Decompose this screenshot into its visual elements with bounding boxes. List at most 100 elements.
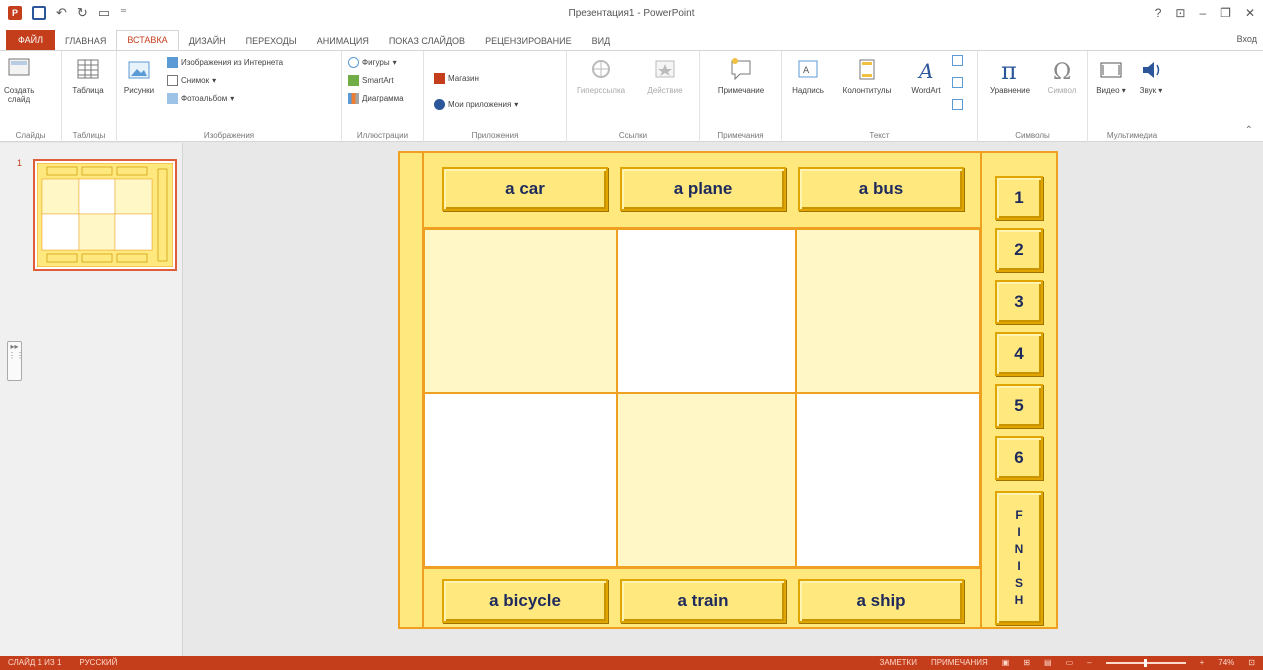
finish-button[interactable]: F I N I S H: [995, 491, 1043, 625]
slide-counter: СЛАЙД 1 ИЗ 1: [8, 658, 62, 667]
smartart-button[interactable]: SmartArt: [348, 75, 394, 86]
comment-icon: [731, 58, 751, 81]
group-links: Гиперссылка Действие Ссылки: [567, 51, 700, 143]
audio-button[interactable]: Звук ▾: [1132, 57, 1170, 95]
help-button[interactable]: ?: [1155, 6, 1162, 20]
minimize-button[interactable]: –: [1199, 6, 1206, 20]
bottom-word-band: a bicycle a train a ship: [424, 567, 980, 627]
date-time-button[interactable]: [952, 55, 963, 66]
equation-button[interactable]: π Уравнение: [982, 57, 1038, 95]
header-footer-button[interactable]: Колонтитулы: [830, 57, 904, 95]
zoom-slider[interactable]: [1105, 658, 1186, 667]
new-slide-icon: [8, 58, 30, 76]
grid-cell-5: [617, 393, 796, 567]
title-bar: P ↶ ↻ ▭ ⁼ Презентация1 - PowerPoint ? ⊡ …: [0, 0, 1263, 30]
zoom-in-icon[interactable]: +: [1200, 658, 1205, 667]
slide-thumbnail[interactable]: [33, 159, 177, 271]
online-pictures-icon: [167, 57, 178, 68]
group-slides: Создать слайд Слайды: [0, 51, 62, 143]
chart-button[interactable]: Диаграмма: [348, 93, 404, 104]
group-images: Рисунки Изображения из Интернета Снимок ▾…: [117, 51, 342, 143]
zoom-out-icon[interactable]: –: [1087, 658, 1091, 667]
online-pictures-button[interactable]: Изображения из Интернета: [167, 57, 283, 68]
object-icon: [952, 99, 963, 110]
group-text: A Надпись Колонтитулы A WordArt Текст: [782, 51, 978, 143]
pictures-button[interactable]: Рисунки: [121, 57, 157, 95]
language-indicator[interactable]: РУССКИЙ: [79, 658, 117, 667]
collapse-ribbon-icon[interactable]: ⌃: [1245, 125, 1253, 136]
tab-animations[interactable]: АНИМАЦИЯ: [307, 32, 379, 50]
my-apps-icon: [434, 99, 445, 110]
table-button[interactable]: Таблица: [68, 57, 108, 95]
shapes-button[interactable]: Фигуры ▾: [348, 57, 397, 68]
number-button-4[interactable]: 4: [995, 332, 1043, 376]
tab-slideshow[interactable]: ПОКАЗ СЛАЙДОВ: [379, 32, 475, 50]
svg-text:A: A: [917, 59, 933, 83]
screenshot-button[interactable]: Снимок ▾: [167, 75, 216, 86]
fit-slide-icon[interactable]: ⊡: [1248, 658, 1255, 667]
tab-home[interactable]: ГЛАВНАЯ: [55, 32, 116, 50]
tab-transitions[interactable]: ПЕРЕХОДЫ: [236, 32, 307, 50]
word-button-car[interactable]: a car: [442, 167, 608, 211]
number-button-3[interactable]: 3: [995, 280, 1043, 324]
grid-cell-6: [796, 393, 980, 567]
number-button-6[interactable]: 6: [995, 436, 1043, 480]
sign-in-link[interactable]: Вход: [1237, 34, 1257, 44]
notes-button[interactable]: ЗАМЕТКИ: [879, 658, 916, 667]
word-button-ship[interactable]: a ship: [798, 579, 964, 623]
number-button-5[interactable]: 5: [995, 384, 1043, 428]
tab-view[interactable]: ВИД: [582, 32, 621, 50]
ribbon: Создать слайд Слайды Таблица Таблицы Рис…: [0, 50, 1263, 143]
zoom-level[interactable]: 74%: [1218, 658, 1234, 667]
store-button[interactable]: Магазин: [434, 73, 479, 84]
group-comments: Примечание Примечания: [700, 51, 782, 143]
photo-album-button[interactable]: Фотоальбом ▾: [167, 93, 234, 104]
zoom-slider-knob[interactable]: [1143, 658, 1147, 667]
slideshow-view-icon[interactable]: ▭: [1066, 658, 1074, 667]
slide-number-button[interactable]: [952, 77, 963, 88]
word-button-plane[interactable]: a plane: [620, 167, 786, 211]
window-controls: ? ⊡ – ❐ ✕: [1155, 6, 1255, 20]
object-button[interactable]: [952, 99, 963, 110]
tab-design[interactable]: ДИЗАЙН: [179, 32, 236, 50]
comments-button[interactable]: ПРИМЕЧАНИЯ: [931, 658, 988, 667]
reading-view-icon[interactable]: ▤: [1044, 658, 1052, 667]
symbol-button[interactable]: Ω Символ: [1040, 57, 1084, 95]
tab-insert[interactable]: ВСТАВКА: [116, 30, 179, 50]
number-button-1[interactable]: 1: [995, 176, 1043, 220]
header-footer-icon: [859, 59, 875, 80]
textbox-button[interactable]: A Надпись: [786, 57, 830, 95]
close-button[interactable]: ✕: [1245, 6, 1255, 20]
svg-text:Ω: Ω: [1053, 60, 1071, 83]
slide-sorter-icon[interactable]: ⊞: [1023, 658, 1030, 667]
shapes-icon: [348, 57, 359, 68]
word-button-bicycle[interactable]: a bicycle: [442, 579, 608, 623]
wordart-button[interactable]: A WordArt: [904, 57, 948, 95]
group-symbols: π Уравнение Ω Символ Символы: [978, 51, 1088, 143]
slide-number-icon: [952, 77, 963, 88]
word-button-train[interactable]: a train: [620, 579, 786, 623]
my-apps-button[interactable]: Мои приложения ▾: [434, 99, 518, 110]
new-slide-button[interactable]: Создать слайд: [4, 57, 34, 104]
tab-review[interactable]: РЕЦЕНЗИРОВАНИЕ: [475, 32, 582, 50]
slide-canvas[interactable]: 1 2 3 4 5 6 F I N I S H a car a plane a …: [398, 151, 1058, 629]
group-apps: Магазин Мои приложения ▾ Приложения: [424, 51, 567, 143]
hyperlink-button[interactable]: Гиперссылка: [571, 57, 631, 95]
number-button-2[interactable]: 2: [995, 228, 1043, 272]
slide-thumbnail-pane: 1 ▸▸ ⋮⋮: [0, 143, 183, 656]
action-icon: [655, 60, 675, 78]
normal-view-icon[interactable]: ▣: [1002, 658, 1010, 667]
comment-button[interactable]: Примечание: [704, 57, 778, 95]
expand-pane-icon[interactable]: ▸▸ ⋮⋮: [7, 341, 24, 381]
tab-file[interactable]: ФАЙЛ: [6, 30, 56, 50]
ribbon-display-options-button[interactable]: ⊡: [1175, 6, 1185, 20]
action-button[interactable]: Действие: [637, 57, 693, 95]
wordart-icon: A: [917, 59, 933, 83]
video-button[interactable]: Видео ▾: [1092, 57, 1130, 95]
maximize-button[interactable]: ❐: [1220, 6, 1231, 20]
group-media: Видео ▾ Звук ▾ Мультимедиа: [1088, 51, 1176, 143]
omega-icon: Ω: [1053, 60, 1071, 83]
top-word-band: a car a plane a bus: [424, 153, 980, 229]
word-button-bus[interactable]: a bus: [798, 167, 964, 211]
document-title: Презентация1 - PowerPoint: [568, 8, 695, 19]
